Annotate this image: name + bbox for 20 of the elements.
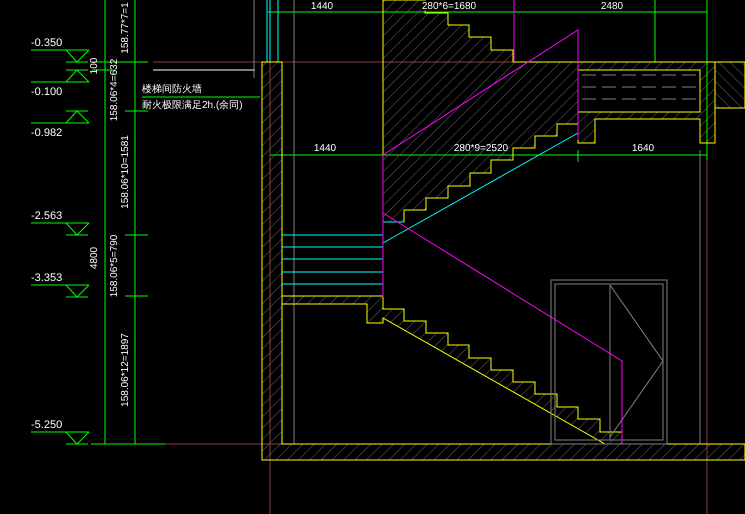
dimension-label: 158.06*4=632 [109,58,120,122]
dimension-label: 158.06*10=1581 [120,135,131,209]
elevation-label: -5.250 [31,419,62,431]
elevation-label: -3.353 [31,272,62,284]
note-text: 耐火极限满足2h.(余同) [142,100,243,111]
dimension-label: 158.77*7=1 [120,2,131,54]
dimension-label: 158.06*5=790 [109,234,120,298]
elevation-label: -2.563 [31,210,62,222]
elevation-label: -0.100 [31,86,62,98]
dimension-label: 280*9=2520 [454,143,508,154]
dimension-label: 2480 [600,1,624,12]
dimension-label: 1440 [310,1,334,12]
dimension-label: 158.06*12=1897 [120,333,131,407]
note-text: 楼梯间防火墙 [142,84,202,95]
dimension-label: 4800 [89,246,100,270]
dimension-label: 100 [89,58,100,74]
dimension-label: 1440 [314,143,336,154]
elevation-label: -0.350 [31,37,62,49]
dimension-label: 1640 [632,143,654,154]
elevation-label: -0.982 [31,127,62,139]
